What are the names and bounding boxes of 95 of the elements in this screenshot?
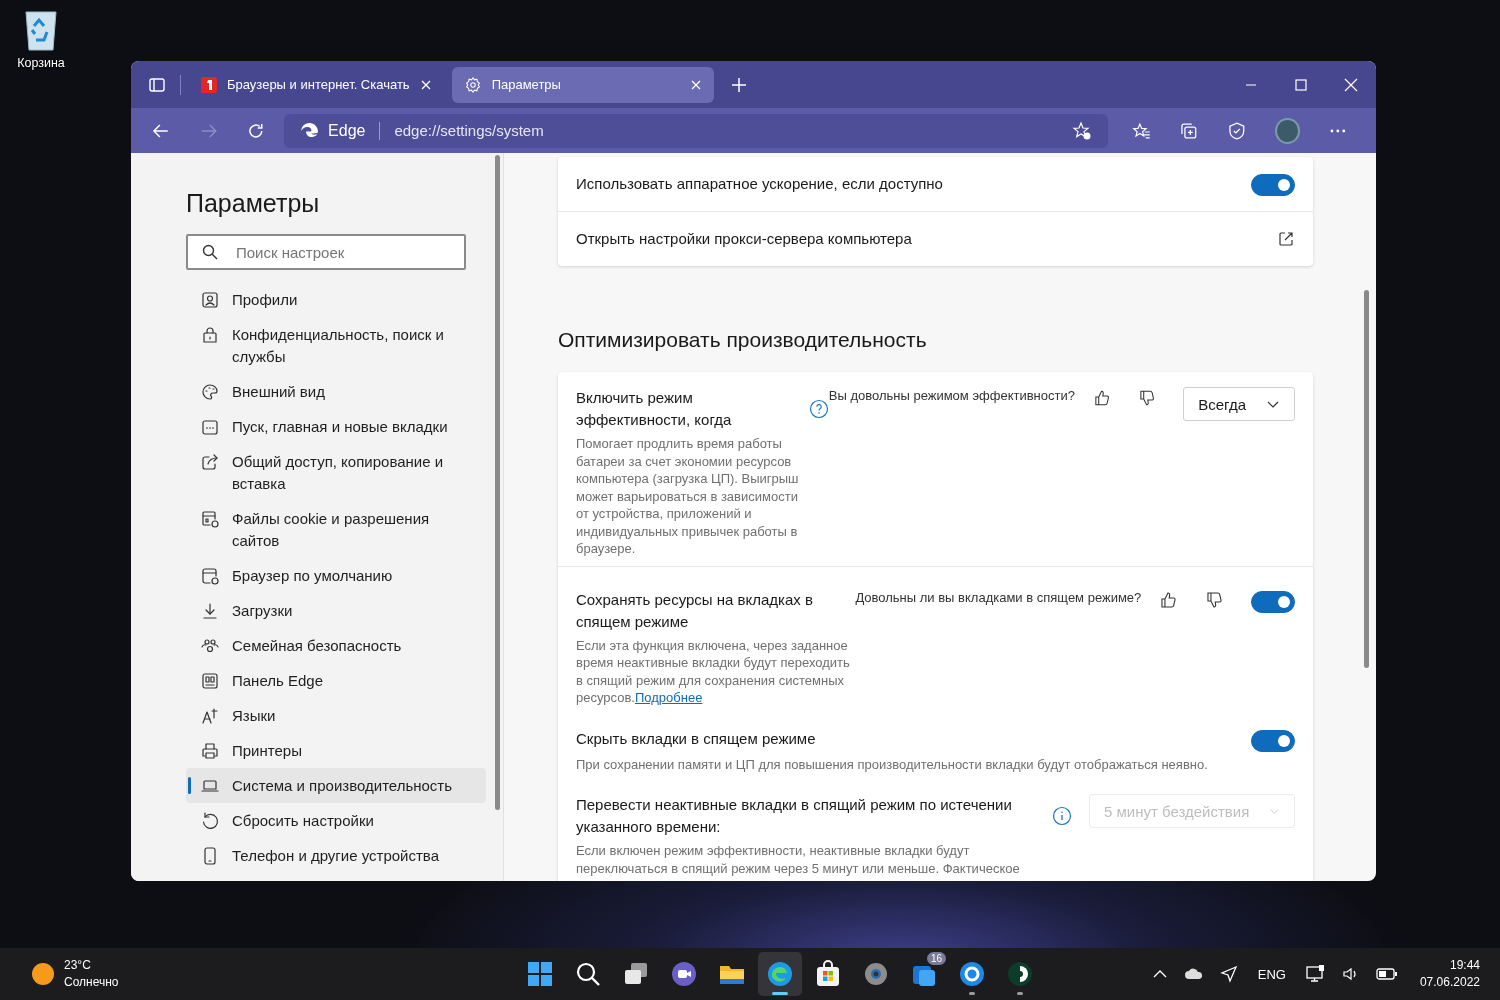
site-favicon-icon <box>201 76 217 93</box>
nav-item[interactable]: Система и производительность <box>186 768 486 803</box>
nav-item[interactable]: Семейная безопасность <box>186 628 486 663</box>
nav-item[interactable]: Браузер по умолчанию <box>186 558 486 593</box>
nav-item[interactable]: Загрузки <box>186 593 486 628</box>
new-tab-icon[interactable] <box>729 75 748 94</box>
running-indicator <box>772 992 788 995</box>
clock-date[interactable]: 07.06.2022 <box>1419 974 1480 991</box>
profile-icon <box>200 289 220 310</box>
feedback-question: Вы довольны режимом эффективности? <box>828 388 1075 403</box>
favorites-icon[interactable] <box>1131 120 1152 141</box>
nav-item[interactable]: Файлы cookie и разрешения сайтов <box>186 501 486 558</box>
nav-item[interactable]: Принтеры <box>186 733 486 768</box>
running-indicator <box>969 992 975 995</box>
language-indicator[interactable]: ENG <box>1257 966 1286 982</box>
feedback-question: Довольны ли вы вкладками в спящем режиме? <box>855 589 1142 605</box>
setting-title: Использовать аппаратное ускорение, если доступно <box>576 174 943 194</box>
toggle-switch[interactable] <box>1251 174 1295 196</box>
setting-title: Сохранять ресурсы на вкладках в спящем режиме <box>576 590 813 630</box>
clock-time[interactable]: 19:44 <box>1449 957 1480 974</box>
desktop-icon-label[interactable]: Корзина <box>17 56 65 70</box>
search-icon <box>202 244 218 260</box>
help-icon[interactable] <box>808 399 829 419</box>
toggle-switch[interactable] <box>1251 590 1295 613</box>
taskbar-button[interactable] <box>758 952 802 996</box>
weather-condition: Солнечно <box>64 974 119 991</box>
setting-title: Открыть настройки прокси-сервера компьютера <box>576 229 912 249</box>
nav-item[interactable]: Профили <box>186 282 486 317</box>
chat-icon <box>670 960 698 988</box>
location-arrow-icon[interactable] <box>1219 965 1238 983</box>
bluering-icon <box>958 960 986 988</box>
close-icon[interactable] <box>1344 77 1358 92</box>
cloud-icon[interactable] <box>1183 966 1204 982</box>
add-favorite-icon[interactable] <box>1071 120 1092 141</box>
setting-description: Если эта функция включена, через заданное время неактивные вкладки будут переходить в спящий режим для сохранения системных ресурсов.Подробнее <box>576 636 851 707</box>
thumbs-down-icon[interactable] <box>1205 590 1223 609</box>
external-link-icon[interactable] <box>1277 230 1295 248</box>
scrollbar-thumb[interactable] <box>494 155 500 810</box>
scrollbar-thumb[interactable] <box>1364 290 1370 668</box>
shield-icon[interactable] <box>1226 120 1247 141</box>
lock-icon <box>200 324 220 345</box>
palette-icon <box>200 381 220 402</box>
collections-icon[interactable] <box>1179 120 1199 141</box>
section-title: Оптимизировать производительность <box>558 328 928 352</box>
battery-icon[interactable] <box>1375 967 1398 981</box>
nav-item[interactable]: Панель Edge <box>186 663 486 698</box>
temperature-text: 23°C <box>64 957 92 974</box>
setting-title: Перевести неактивные вкладки в спящий режим по истечении указанного времени: <box>576 796 1012 835</box>
thumbs-up-icon[interactable] <box>1092 389 1111 407</box>
setting-description: Если включен режим эффективности, неактивные вкладки будут переключаться в спящий режим через 5 минут или меньше. Фактическое <box>576 842 1021 877</box>
greenapp-icon <box>1006 960 1034 988</box>
running-indicator <box>1017 992 1023 995</box>
monitor-icon[interactable] <box>1305 965 1326 983</box>
nav-item[interactable]: Конфиденциальность, поиск и службы <box>186 317 486 374</box>
setting-description: При сохранении памяти и ЦП для повышения производительности вкладки будут отображаться неявно. <box>576 755 1209 773</box>
nav-item[interactable]: Внешний вид <box>186 374 486 409</box>
settings-title: Параметры <box>186 189 321 218</box>
browser-tab[interactable]: Параметры <box>451 66 714 103</box>
search-field[interactable]: Поиск настроек <box>186 234 466 270</box>
close-tab-icon[interactable] <box>689 78 702 91</box>
browser-tab[interactable]: Браузеры и интернет. Скачать <box>189 66 444 103</box>
maximize-icon[interactable] <box>1294 77 1308 92</box>
reset-icon <box>200 810 220 831</box>
setting-title: Скрыть вкладки в спящем режиме <box>576 729 816 747</box>
nav-item[interactable]: Телефон и другие устройства <box>186 838 486 873</box>
nav-item[interactable]: Общий доступ, копирование и вставка <box>186 444 486 501</box>
close-tab-icon[interactable] <box>419 78 432 91</box>
nav-item[interactable]: Сбросить настройки <box>186 803 486 838</box>
address-bar[interactable]: Edge edge://settings/system <box>284 113 1108 148</box>
nav-item[interactable]: Пуск, главная и новые вкладки <box>186 409 486 444</box>
site-label: Edge <box>328 121 366 140</box>
notification-badge: 16 <box>926 952 946 965</box>
profile-avatar[interactable] <box>1274 117 1301 144</box>
browser-icon <box>200 565 220 586</box>
setting-description: Помогает продлить время работы батареи за счет экономии ресурсов компьютера (загрузка ЦП). Выигрыш может варьироваться в зависимости от устройства, приложений и индивидуальных привычек работы в браузере. <box>576 435 800 558</box>
toggle-switch[interactable] <box>1251 729 1295 752</box>
taskbar-button[interactable]: 16 <box>902 952 946 996</box>
settings-icon <box>463 75 482 94</box>
sidebar-toggle-icon[interactable] <box>148 75 166 94</box>
panel-icon <box>200 670 220 691</box>
printer-icon <box>200 740 220 761</box>
cookie-icon <box>200 508 220 529</box>
learn-more-link[interactable]: Подробнее <box>634 690 703 705</box>
search-icon <box>574 960 602 988</box>
edge-icon <box>766 960 794 988</box>
start-icon <box>526 960 554 988</box>
url-text: edge://settings/system <box>394 122 544 139</box>
thumbs-up-icon[interactable] <box>1159 590 1178 609</box>
nav-item[interactable]: Языки <box>186 698 486 733</box>
dropdown[interactable]: Всегда <box>1183 387 1295 421</box>
setting-title: Включить режим эффективности, когда <box>576 389 732 428</box>
thumbs-down-icon[interactable] <box>1138 389 1156 407</box>
sun-icon[interactable] <box>31 962 55 986</box>
gear-icon <box>862 960 890 988</box>
store-icon <box>814 960 842 988</box>
